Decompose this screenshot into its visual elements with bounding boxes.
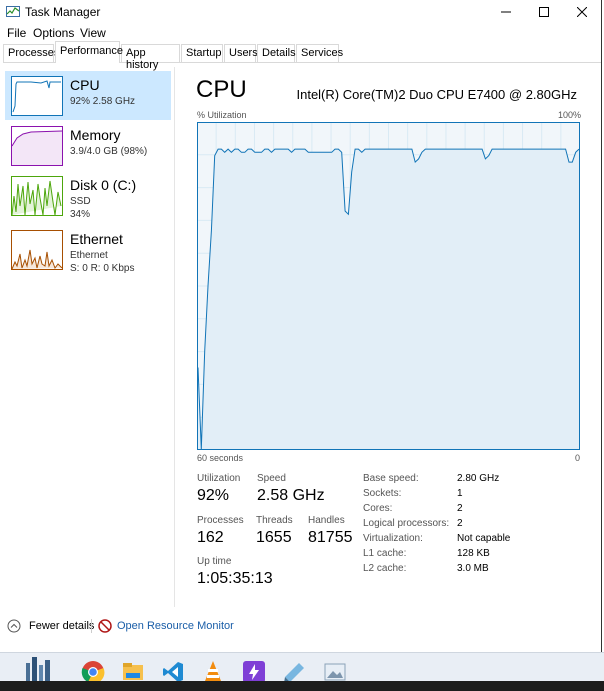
resource-detail: 3.9/4.0 GB (98%) <box>70 146 148 157</box>
logical-processors-value: 2 <box>457 518 463 529</box>
close-button[interactable] <box>563 0 601 24</box>
sockets-label: Sockets: <box>363 488 402 499</box>
resource-detail: 92% 2.58 GHz <box>70 96 136 107</box>
disk-thumbnail <box>11 176 63 216</box>
utilization-label: Utilization <box>197 473 241 484</box>
bottom-bar: Fewer details Open Resource Monitor <box>0 615 602 637</box>
task-manager-window: Task Manager File Options View Processes… <box>0 0 602 652</box>
close-icon <box>577 7 587 17</box>
cores-value: 2 <box>457 503 463 514</box>
processes-value: 162 <box>197 529 224 546</box>
handles-value: 81755 <box>308 529 353 546</box>
l1-cache-label: L1 cache: <box>363 548 407 559</box>
cpu-utilization-graph <box>197 122 580 450</box>
resource-name: CPU <box>70 77 100 93</box>
desktop-edge <box>0 681 604 691</box>
resource-list: CPU 92% 2.58 GHz Memory 3.9/4.0 GB (98%)… <box>0 67 175 607</box>
tab-details[interactable]: Details <box>257 44 296 62</box>
menu-options[interactable]: Options <box>33 26 74 40</box>
l1-cache-value: 128 KB <box>457 548 490 559</box>
resource-usage: S: 0 R: 0 Kbps <box>70 263 135 274</box>
resource-detail: SSD <box>70 196 91 207</box>
page-title: CPU <box>196 76 247 103</box>
tab-performance[interactable]: Performance <box>55 41 123 63</box>
window-title: Task Manager <box>25 5 101 19</box>
maximize-button[interactable] <box>525 0 563 24</box>
l2-cache-value: 3.0 MB <box>457 563 489 574</box>
resource-cpu[interactable]: CPU 92% 2.58 GHz <box>5 71 171 120</box>
base-speed-label: Base speed: <box>363 473 419 484</box>
chevron-up-icon[interactable] <box>7 619 21 633</box>
base-speed-value: 2.80 GHz <box>457 473 500 484</box>
tab-strip: Processes Performance App history Startu… <box>3 41 601 71</box>
graph-y-max-label: 100% <box>558 110 582 120</box>
processes-label: Processes <box>197 515 244 526</box>
maximize-icon <box>539 7 549 17</box>
sockets-value: 1 <box>457 488 463 499</box>
tab-users[interactable]: Users <box>224 44 258 62</box>
resource-disk[interactable]: Disk 0 (C:) SSD 34% <box>5 171 171 220</box>
graph-x-left-label: 60 seconds <box>197 453 244 463</box>
graph-y-label: % Utilization <box>197 110 247 120</box>
resource-ethernet[interactable]: Ethernet Ethernet S: 0 R: 0 Kbps <box>5 225 171 274</box>
resource-memory[interactable]: Memory 3.9/4.0 GB (98%) <box>5 121 171 170</box>
handles-label: Handles <box>308 515 345 526</box>
cpu-model: Intel(R) Core(TM)2 Duo CPU E7400 @ 2.80G… <box>296 87 577 102</box>
open-resource-monitor-link[interactable]: Open Resource Monitor <box>117 620 234 632</box>
resource-name: Ethernet <box>70 231 123 247</box>
utilization-value: 92% <box>197 487 230 504</box>
tab-processes[interactable]: Processes <box>3 44 59 62</box>
logical-processors-label: Logical processors: <box>363 518 450 529</box>
tab-app-history[interactable]: App history <box>121 44 180 71</box>
title-bar: Task Manager <box>0 0 602 24</box>
resource-monitor-icon[interactable] <box>98 619 112 633</box>
ethernet-thumbnail <box>11 230 63 270</box>
resource-name: Disk 0 (C:) <box>70 177 137 193</box>
graph-x-right-label: 0 <box>575 453 581 463</box>
menu-view[interactable]: View <box>80 26 106 40</box>
resource-usage: 34% <box>70 209 91 220</box>
tab-startup[interactable]: Startup <box>181 44 223 62</box>
resource-name: Memory <box>70 127 121 143</box>
l2-cache-label: L2 cache: <box>363 563 407 574</box>
memory-thumbnail <box>11 126 63 166</box>
uptime-label: Up time <box>197 556 232 567</box>
cores-label: Cores: <box>363 503 393 514</box>
cpu-series-area <box>198 149 579 449</box>
speed-label: Speed <box>257 473 286 484</box>
speed-value: 2.58 GHz <box>257 487 325 504</box>
menu-bar: File Options View <box>0 24 600 42</box>
cpu-thumbnail <box>11 76 63 116</box>
menu-file[interactable]: File <box>7 26 26 40</box>
minimize-icon <box>501 11 511 13</box>
threads-value: 1655 <box>256 529 292 546</box>
uptime-value: 1:05:35:13 <box>197 570 273 587</box>
threads-label: Threads <box>256 515 293 526</box>
virtualization-value: Not capable <box>457 533 511 544</box>
tab-services[interactable]: Services <box>296 44 343 62</box>
minimize-button[interactable] <box>487 0 525 24</box>
virtualization-label: Virtualization: <box>363 533 423 544</box>
resource-detail: Ethernet <box>70 250 108 261</box>
divider <box>91 619 92 633</box>
fewer-details-link[interactable]: Fewer details <box>29 620 94 632</box>
task-manager-icon <box>6 6 20 17</box>
